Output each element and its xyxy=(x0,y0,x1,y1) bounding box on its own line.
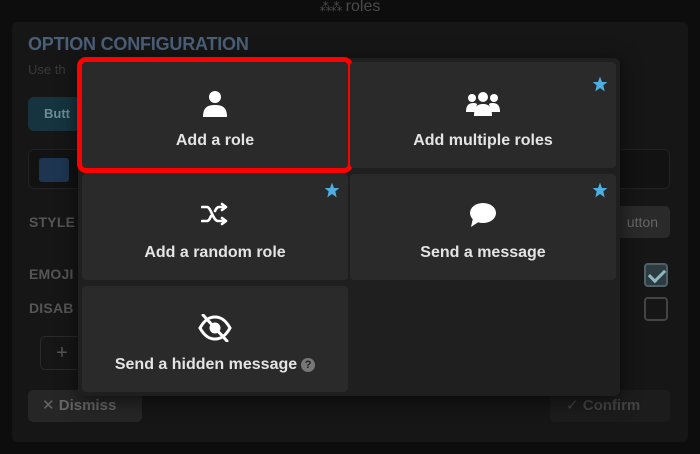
check-icon: ✓ xyxy=(566,397,583,414)
star-icon xyxy=(324,182,340,203)
users-icon xyxy=(350,90,616,118)
disabled-label: DISAB xyxy=(29,300,74,316)
option-label: Add multiple roles xyxy=(413,132,553,149)
disabled-checkbox[interactable] xyxy=(644,297,668,321)
user-icon xyxy=(82,90,348,118)
speech-bubble-icon xyxy=(350,202,616,230)
roles-icon: ⁂⁂ xyxy=(319,0,343,14)
emoji-label: EMOJI xyxy=(29,266,74,282)
option-label: Send a message xyxy=(420,244,546,261)
star-icon xyxy=(592,182,608,203)
option-send-a-hidden-message[interactable]: Send a hidden message? xyxy=(82,286,348,392)
option-add-multiple-roles[interactable]: Add multiple roles xyxy=(350,62,616,168)
shuffle-icon xyxy=(82,202,348,230)
style-label: STYLE xyxy=(29,214,76,230)
eye-off-icon xyxy=(82,314,348,342)
option-label-text: Send a hidden message xyxy=(114,356,298,373)
background-title-text: roles xyxy=(345,0,381,15)
color-swatch[interactable] xyxy=(39,158,69,182)
option-add-a-random-role[interactable]: Add a random role xyxy=(82,174,348,280)
modal-subtitle: Use th xyxy=(28,62,66,77)
option-send-a-message[interactable]: Send a message xyxy=(350,174,616,280)
star-icon xyxy=(592,76,608,97)
confirm-label: Confirm xyxy=(582,397,641,414)
action-picker: Add a role Add multiple roles Add a rand… xyxy=(77,57,620,396)
close-icon: ✕ xyxy=(42,397,59,414)
option-label: Send a hidden message? xyxy=(82,356,348,374)
background-title: ⁂⁂ roles xyxy=(0,0,700,16)
option-add-a-role[interactable]: Add a role xyxy=(77,57,353,173)
dismiss-label: Dismiss xyxy=(58,397,117,414)
option-label: Add a random role xyxy=(144,244,286,261)
option-label: Add a role xyxy=(175,132,255,149)
modal-heading: OPTION CONFIGURATION xyxy=(28,34,249,54)
emoji-checkbox[interactable] xyxy=(644,263,668,287)
help-icon[interactable]: ? xyxy=(301,358,316,372)
